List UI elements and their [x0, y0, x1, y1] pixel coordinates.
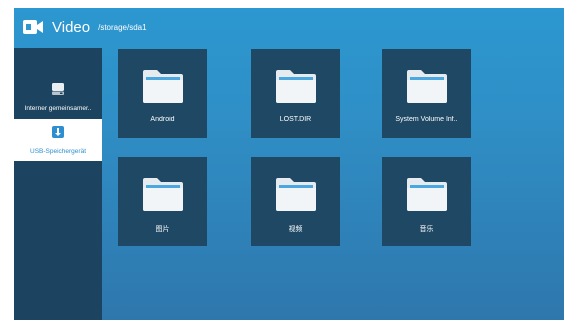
usb-drive-icon	[51, 125, 65, 144]
sidebar-item-label: Interner gemeinsamer..	[24, 105, 92, 112]
folder-icon	[142, 70, 183, 103]
storage-sidebar: Interner gemeinsamer.. USB-Speichergerät	[14, 48, 102, 320]
folder-item-music[interactable]: 音乐	[382, 157, 471, 246]
folder-icon	[406, 70, 447, 103]
current-path: /storage/sda1	[98, 22, 147, 32]
folder-name: System Volume Inf..	[395, 116, 458, 123]
app-title: Video	[52, 18, 91, 36]
top-bar: Video /storage/sda1	[14, 8, 564, 46]
folder-name: Android	[150, 116, 175, 123]
folder-icon	[406, 178, 447, 211]
folder-name: 视频	[288, 226, 303, 233]
folder-name: LOST.DIR	[279, 116, 312, 123]
sidebar-item-label: USB-Speichergerät	[30, 148, 86, 155]
screen: Video /storage/sda1 Interner gemeinsamer…	[14, 8, 564, 320]
folder-icon	[275, 178, 316, 211]
hard-drive-icon	[51, 82, 65, 101]
sidebar-item-internal-storage[interactable]: Interner gemeinsamer..	[14, 76, 102, 118]
folder-icon	[275, 70, 316, 103]
folder-item-videos[interactable]: 视频	[251, 157, 340, 246]
sidebar-item-usb-storage[interactable]: USB-Speichergerät	[14, 119, 102, 161]
folder-name: 音乐	[419, 226, 434, 233]
folder-item-lost-dir[interactable]: LOST.DIR	[251, 49, 340, 138]
video-camera-icon	[22, 18, 44, 36]
folder-item-system-volume-info[interactable]: System Volume Inf..	[382, 49, 471, 138]
folder-name: 图片	[155, 226, 170, 233]
folder-item-android[interactable]: Android	[118, 49, 207, 138]
folder-item-pictures[interactable]: 图片	[118, 157, 207, 246]
folder-icon	[142, 178, 183, 211]
